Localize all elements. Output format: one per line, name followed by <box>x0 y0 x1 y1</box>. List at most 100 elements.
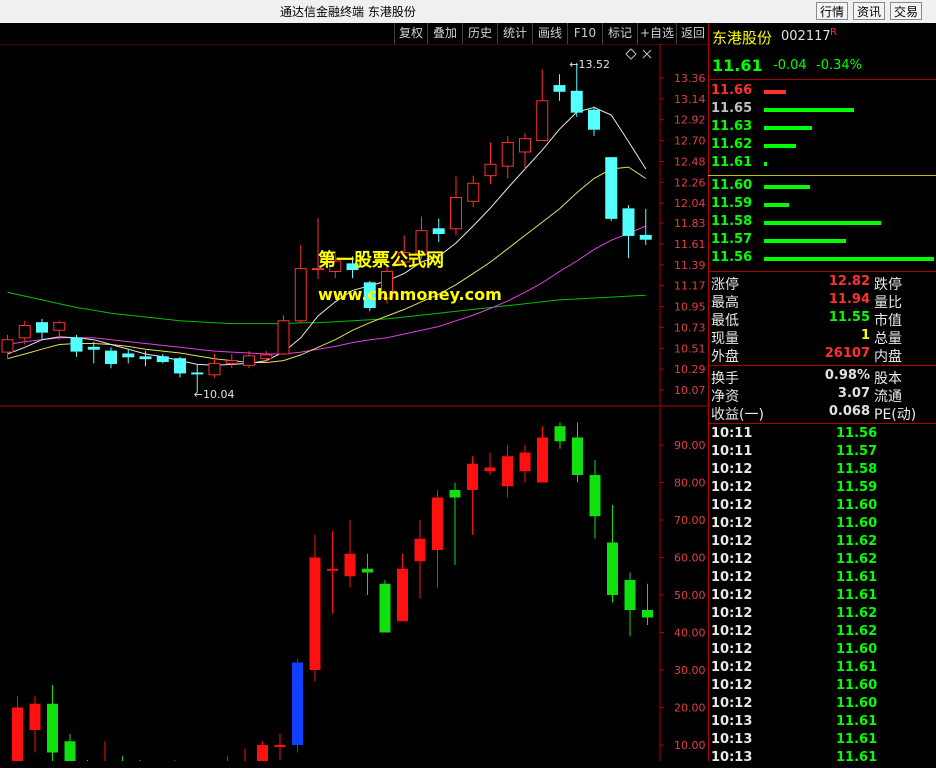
indicator-bar[interactable] <box>432 490 443 588</box>
indicator-bar[interactable] <box>99 741 111 768</box>
price-candle[interactable] <box>622 205 635 259</box>
price-candle[interactable] <box>208 353 221 378</box>
stock-name: 东港股份 <box>712 29 773 47</box>
draw-line-button[interactable]: 画线 <box>532 23 567 44</box>
bid-level[interactable]: 11.58 <box>708 214 936 232</box>
indicator-bar[interactable] <box>12 696 23 761</box>
bid-level[interactable]: 11.57 <box>708 232 936 250</box>
ask-level[interactable]: 11.61 <box>708 155 936 173</box>
price-candle[interactable] <box>432 218 445 243</box>
price-candle[interactable] <box>536 69 549 142</box>
mark-button[interactable]: 标记 <box>602 23 637 44</box>
price-candle[interactable] <box>639 208 652 245</box>
ask-level[interactable]: 11.66 <box>708 83 936 101</box>
tick-price: 11.60 <box>836 642 878 657</box>
indicator-bar[interactable] <box>537 426 548 483</box>
price-candle[interactable] <box>467 175 480 207</box>
indicator-axis-label: 70.00 <box>674 514 706 527</box>
stat-label-right: 市值 <box>874 313 902 329</box>
price-candle[interactable] <box>122 349 135 364</box>
indicator-bar[interactable] <box>327 531 338 614</box>
price-candle[interactable] <box>174 356 186 378</box>
indicator-bar[interactable] <box>239 748 251 768</box>
price-candle[interactable] <box>36 318 48 340</box>
price-candle[interactable] <box>105 347 117 369</box>
indicator-bar[interactable] <box>379 580 391 633</box>
indicator-bar[interactable] <box>624 572 636 637</box>
price-candle[interactable] <box>570 62 583 117</box>
close-icon[interactable] <box>642 49 652 59</box>
indicator-bar[interactable] <box>449 482 461 566</box>
ask-level[interactable]: 11.62 <box>708 137 936 155</box>
indicator-bar[interactable] <box>484 452 496 476</box>
price-candle[interactable] <box>501 135 514 179</box>
news-button[interactable]: 资讯 <box>853 2 885 20</box>
indicator-bar[interactable] <box>64 733 76 761</box>
indicator-bar[interactable] <box>117 756 128 766</box>
indicator-bar[interactable] <box>642 583 653 625</box>
indicator-bar[interactable] <box>29 696 41 753</box>
indicator-bar[interactable] <box>397 553 408 622</box>
f10-button[interactable]: F10 <box>567 23 602 44</box>
ask-level[interactable]: 11.65 <box>708 101 936 119</box>
indicator-bar[interactable] <box>362 553 373 595</box>
price-candle[interactable] <box>553 74 566 101</box>
tick-time: 10:12 <box>711 570 753 585</box>
kline-chart-svg[interactable]: 13.36 13.14 12.92 12.70 12.48 12.26 12.04 11.83… <box>0 43 708 768</box>
trade-button[interactable]: 交易 <box>890 2 922 20</box>
indicator-bar[interactable] <box>572 422 583 483</box>
price-candle[interactable] <box>605 157 618 222</box>
tick-price: 11.61 <box>836 660 878 675</box>
indicator-bar[interactable] <box>554 422 566 449</box>
price-candle[interactable] <box>588 106 600 136</box>
last-price: 11.61 <box>712 56 763 75</box>
indicator-bar[interactable] <box>502 445 513 498</box>
bid-level[interactable]: 11.60 <box>708 178 936 196</box>
indicator-bar[interactable] <box>607 505 618 603</box>
indicator-bar[interactable] <box>274 733 286 760</box>
indicator-bar[interactable] <box>589 460 601 539</box>
price-candle[interactable] <box>294 244 307 323</box>
tick-price: 11.57 <box>836 444 878 459</box>
indicator-bar[interactable] <box>47 685 58 761</box>
price-candle[interactable] <box>519 133 531 170</box>
indicator-bar[interactable] <box>467 456 478 535</box>
indicator-bar[interactable] <box>344 520 356 588</box>
bid-volume-bar <box>764 185 810 189</box>
stat-label-right: PE(动) <box>874 407 917 423</box>
kline-chart-area[interactable]: 13.36 13.14 12.92 12.70 12.48 12.26 12.04 11.83… <box>0 43 708 768</box>
ask-level[interactable]: 11.63 <box>708 119 936 137</box>
price-candle[interactable] <box>70 334 83 357</box>
back-button[interactable]: 返回 <box>676 23 709 44</box>
indicator-bar[interactable] <box>414 520 426 599</box>
tick-price: 11.60 <box>836 696 878 711</box>
bid-level[interactable]: 11.56 <box>708 250 936 268</box>
price-candle[interactable] <box>450 176 462 236</box>
price-candle[interactable] <box>225 353 238 369</box>
price-candle[interactable] <box>484 142 497 185</box>
restore-rights-button[interactable]: 复权 <box>394 23 427 44</box>
diamond-icon[interactable] <box>625 48 637 60</box>
bid-level[interactable]: 11.59 <box>708 196 936 214</box>
window-title: 通达信金融终端 东港股份 <box>280 5 416 19</box>
statistics-button[interactable]: 统计 <box>497 23 532 44</box>
indicator-bar[interactable] <box>292 658 303 753</box>
price-candle[interactable] <box>87 341 100 364</box>
overlay-button[interactable]: 叠加 <box>427 23 462 44</box>
quotes-button[interactable]: 行情 <box>816 2 848 20</box>
price-candle[interactable] <box>1 334 14 359</box>
indicator-bar[interactable] <box>519 445 531 483</box>
indicator-bar[interactable] <box>222 756 233 761</box>
divider <box>708 365 936 366</box>
tick-time: 10:12 <box>711 552 753 567</box>
indicator-bar[interactable] <box>257 741 268 761</box>
tick-time: 10:12 <box>711 624 753 639</box>
tick-price: 11.61 <box>836 750 878 765</box>
tick-row: 10:11 11.57 <box>708 444 936 462</box>
indicator-bar[interactable] <box>309 535 321 682</box>
history-button[interactable]: 历史 <box>462 23 497 44</box>
ask-price: 11.65 <box>711 101 753 116</box>
price-candle[interactable] <box>277 315 290 355</box>
price-candle[interactable] <box>156 353 169 364</box>
add-watchlist-button[interactable]: +自选 <box>637 23 676 44</box>
